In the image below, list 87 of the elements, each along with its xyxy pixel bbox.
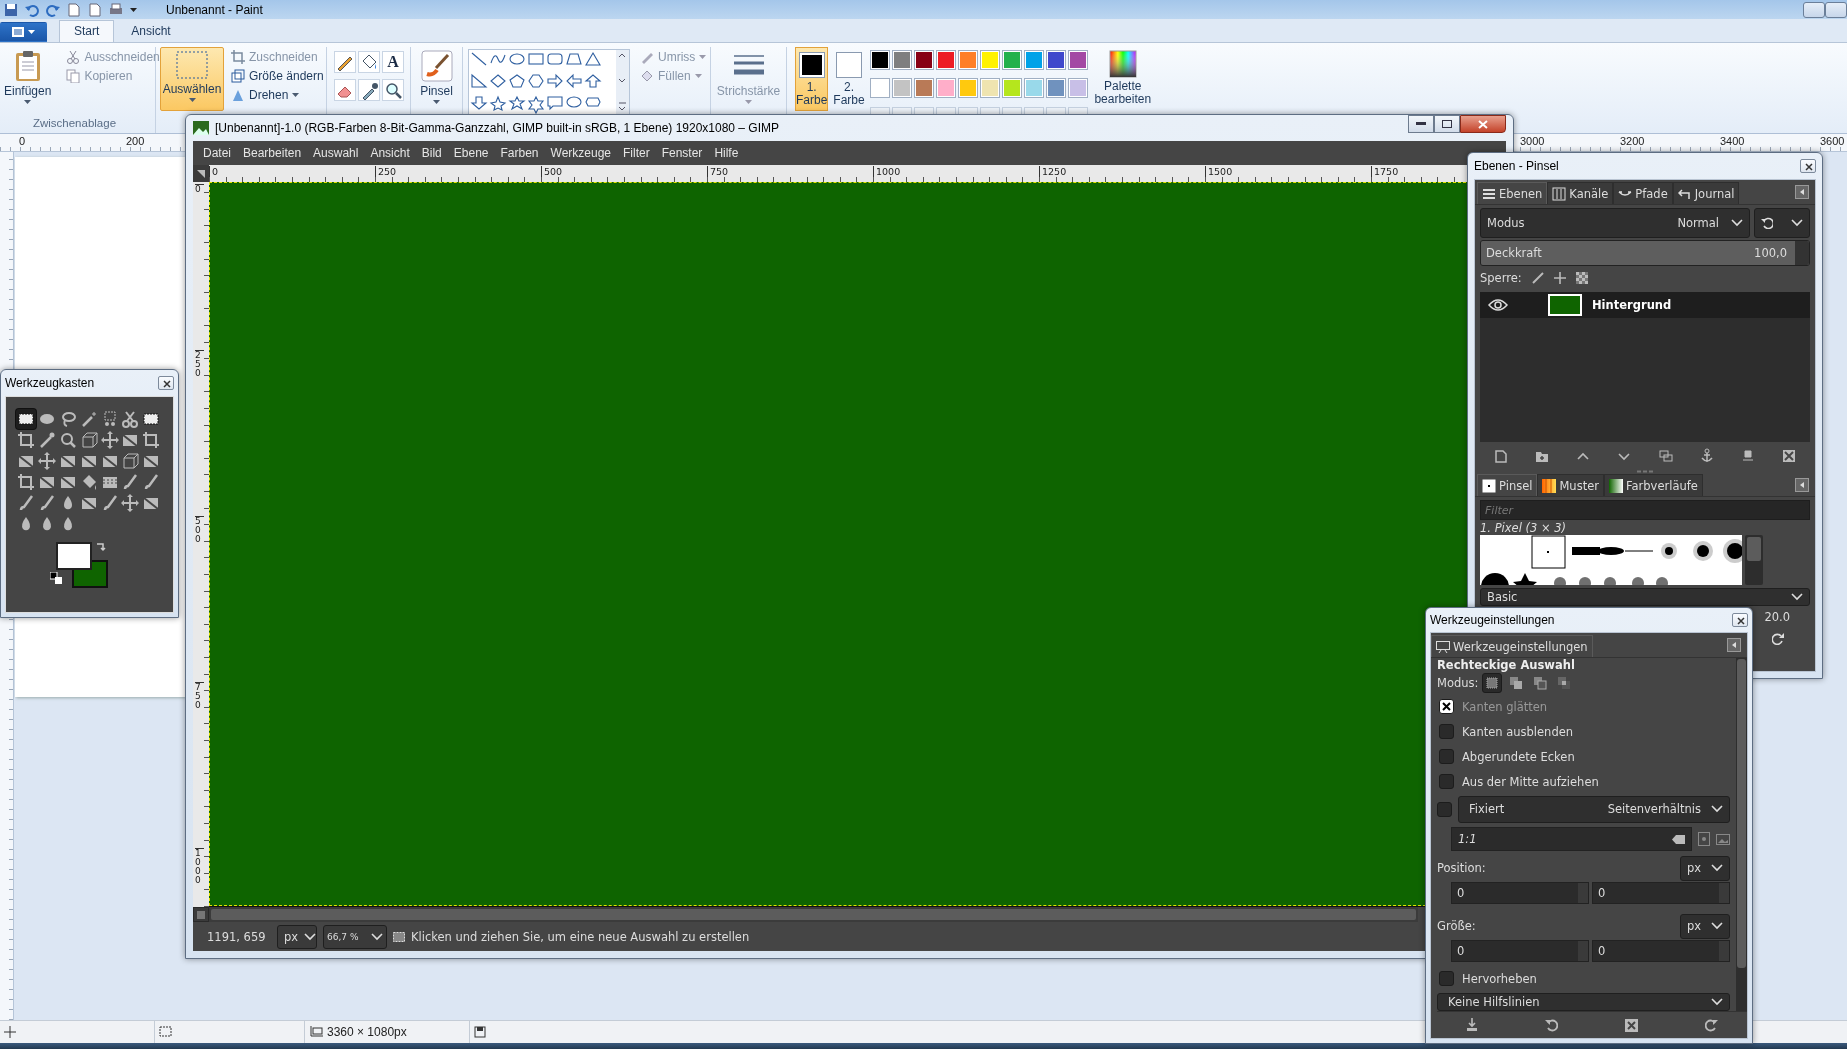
ruler-label: 250 xyxy=(375,166,397,177)
ruler-label: 750 xyxy=(707,166,729,177)
unit-dropdown[interactable]: px xyxy=(277,924,317,949)
ribbon-tab[interactable]: Ansicht xyxy=(116,20,186,42)
opacity-slider[interactable]: Deckkraft 100,0 xyxy=(1480,240,1810,266)
menu-item[interactable]: Hilfe xyxy=(708,146,745,160)
menu-item[interactable]: Werkzeuge xyxy=(544,146,617,160)
ruler-label: 1750 xyxy=(1371,166,1399,177)
dock-tab[interactable]: Werkzeugeinstellungen xyxy=(1431,635,1593,657)
layer-name: Hintergrund xyxy=(1592,298,1672,312)
canvas-size: 3360 × 1080px xyxy=(327,1025,407,1039)
select-button[interactable]: Auswählen xyxy=(160,47,224,111)
dock-tab[interactable]: Muster xyxy=(1537,474,1604,496)
dock-tab[interactable]: Farbverläufe xyxy=(1603,474,1703,496)
brush-set-dropdown[interactable]: Basic xyxy=(1480,588,1810,606)
text-tool-button[interactable]: A xyxy=(382,51,404,73)
ribbon-tab[interactable]: Start xyxy=(59,20,115,42)
menu-item[interactable]: Fenster xyxy=(655,146,709,160)
menu-item[interactable]: Auswahl xyxy=(307,146,365,160)
menu-item[interactable]: Datei xyxy=(197,146,237,160)
ruler-label: 500 xyxy=(195,516,204,544)
ruler-label: 750 xyxy=(195,682,204,710)
brushes-button[interactable]: Pinsel xyxy=(415,47,458,111)
ruler-label: 3600 xyxy=(1820,135,1845,147)
pointer-coordinates: 1191, 659 xyxy=(207,929,267,944)
layer-row[interactable]: Hintergrund xyxy=(1480,292,1810,318)
option-label: Kanten glätten xyxy=(1462,699,1548,714)
ruler-label: 200 xyxy=(126,135,145,147)
ruler-label: 0 xyxy=(195,184,204,194)
lock-label: Sperre: xyxy=(1480,271,1522,285)
ruler-label: 1000 xyxy=(873,166,901,177)
window-title: Ebenen - Pinsel xyxy=(1474,159,1559,173)
option-label: Hervorheben xyxy=(1462,971,1537,986)
menu-item[interactable]: Bearbeiten xyxy=(237,146,308,160)
brush-name: 1. Pixel (3 × 3) xyxy=(1480,521,1568,535)
option-label: Kanten ausblenden xyxy=(1462,724,1574,739)
group-label: Zwischenablage xyxy=(32,117,117,131)
guides-dropdown[interactable]: Keine Hilfslinien xyxy=(1437,993,1730,1011)
ratio-field[interactable]: 1:1 xyxy=(1451,827,1692,851)
option-label: Aus der Mitte aufziehen xyxy=(1462,774,1599,789)
spacing-value: 20.0 xyxy=(1764,610,1790,624)
ruler-label: 0 xyxy=(19,135,26,147)
ribbon-button[interactable]: Drehen xyxy=(230,87,325,103)
ruler-label: 0 xyxy=(209,166,219,177)
paste-button[interactable]: Einfügen xyxy=(0,47,56,111)
ruler-label: 3400 xyxy=(1720,135,1745,147)
number-field[interactable]: 0 xyxy=(1592,882,1730,904)
menu-item[interactable]: Farben xyxy=(494,146,545,160)
menu-item[interactable]: Bild xyxy=(415,146,448,160)
unit-dropdown[interactable]: px xyxy=(1680,913,1730,939)
menu-item[interactable]: Ebene xyxy=(447,146,495,160)
dock-tab[interactable]: Kanäle xyxy=(1547,182,1614,204)
ruler-label: 1500 xyxy=(1205,166,1233,177)
ruler-label: 3200 xyxy=(1620,135,1645,147)
menu-item[interactable]: Ansicht xyxy=(364,146,416,160)
dock-tab[interactable]: Journal xyxy=(1672,182,1740,204)
edit-colors-button[interactable]: Palette bearbeiten xyxy=(1091,47,1154,111)
window-title: [Unbenannt]-1.0 (RGB-Farben 8-Bit-Gamma-Ganzzahl, GIMP built-in sRGB, 1 Ebene) 1920x1080 – GIMP xyxy=(215,121,780,135)
color-button[interactable]: 2. Farbe xyxy=(832,47,866,111)
tool-name: Rechteckige Auswahl xyxy=(1437,658,1576,672)
window-title: Werkzeugkasten xyxy=(5,376,95,390)
status-message: Klicken und ziehen Sie, um eine neue Auswahl zu erstellen xyxy=(411,929,750,944)
option-label: Abgerundete Ecken xyxy=(1462,749,1575,764)
field-label: Größe: xyxy=(1437,919,1476,933)
dock-tab[interactable]: Ebenen xyxy=(1477,182,1548,204)
unit-dropdown[interactable]: px xyxy=(1680,855,1730,881)
ruler-label: 3000 xyxy=(1520,135,1545,147)
ruler-label: 1250 xyxy=(1039,166,1067,177)
filter-field[interactable]: Filter xyxy=(1480,500,1810,520)
ruler-label: 500 xyxy=(541,166,563,177)
number-field[interactable]: 0 xyxy=(1592,940,1730,962)
fixed-dropdown[interactable]: Fixiert Seitenverhältnis xyxy=(1458,795,1730,823)
dock-tab[interactable]: Pinsel xyxy=(1477,474,1538,496)
number-field[interactable]: 0 xyxy=(1451,940,1589,962)
window-title: Werkzeugeinstellungen xyxy=(1430,613,1555,627)
menu-item[interactable]: Filter xyxy=(617,146,656,160)
number-field[interactable]: 0 xyxy=(1451,882,1589,904)
color-button[interactable]: 1. Farbe xyxy=(795,47,829,111)
ruler-label: 1000 xyxy=(195,848,204,885)
dock-tab[interactable]: Pfade xyxy=(1613,182,1673,204)
ribbon-button[interactable]: Größe ändern xyxy=(230,68,325,84)
mode-dropdown[interactable]: Modus Normal xyxy=(1480,208,1750,238)
window-title: Unbenannt - Paint xyxy=(166,2,263,17)
zoom-dropdown[interactable]: 66,7 % xyxy=(323,924,387,949)
mode-label: Modus: xyxy=(1437,676,1479,690)
ruler-label: 250 xyxy=(195,350,204,378)
field-label: Position: xyxy=(1437,861,1486,875)
